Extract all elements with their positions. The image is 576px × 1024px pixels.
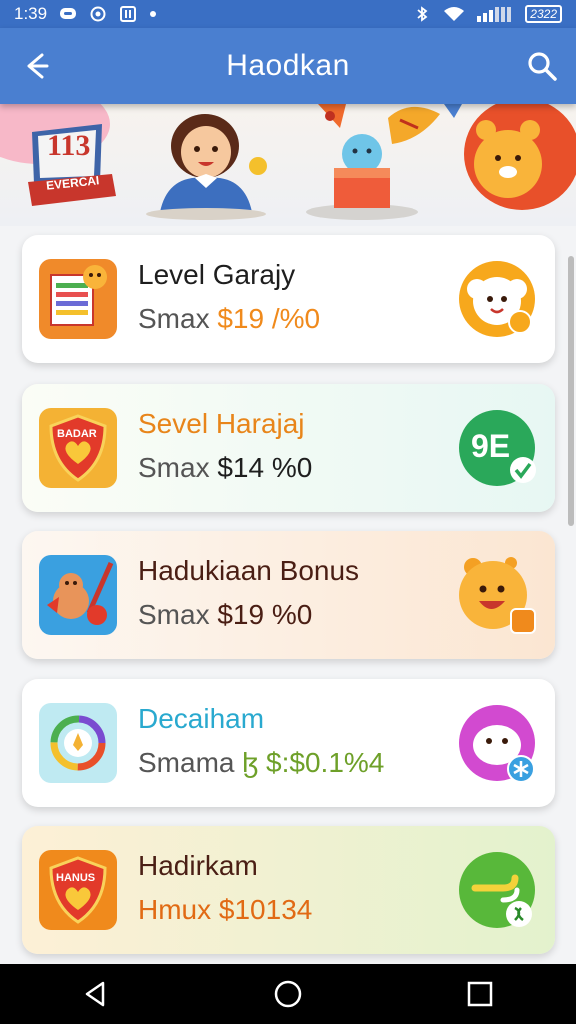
item-amount-value: $14 %0 xyxy=(217,452,313,483)
back-arrow-icon[interactable] xyxy=(18,48,54,84)
item-amount: Smama ɮ $:$0.1%4 xyxy=(138,747,384,779)
squirrel-rocket-icon xyxy=(39,555,117,635)
item-amount: Smax $19 %0 xyxy=(138,599,312,631)
page-title: Haodkan xyxy=(226,49,350,82)
list-item-level-garajy[interactable]: Level Garajy Smax $19 /%0 xyxy=(22,235,555,363)
item-amount: Hmux $10134 xyxy=(138,894,312,926)
message-icon xyxy=(60,8,77,19)
list-item-decaiham[interactable]: Decaiham Smama ɮ $:$0.1%4 xyxy=(22,679,555,807)
system-nav-bar xyxy=(0,964,576,1024)
green-check-badge-icon: 9E xyxy=(457,408,537,490)
orange-bear-icon xyxy=(457,555,537,637)
list-item-hadukiaan-bonus[interactable]: Hadukiaan Bonus Smax $19 %0 xyxy=(22,531,555,659)
badge-label: 9E xyxy=(471,428,511,464)
green-leaf-badge-icon xyxy=(457,850,537,932)
scrollbar[interactable] xyxy=(568,256,574,526)
shield-heart-icon: HANUS xyxy=(39,850,117,930)
list-item-sevel-harajaj[interactable]: BADAR Sevel Harajaj Smax $14 %0 9E xyxy=(22,384,555,512)
nav-recents-icon[interactable] xyxy=(465,979,495,1009)
gallery-icon xyxy=(120,6,137,22)
item-amount-prefix: Smax xyxy=(138,303,210,334)
list-item-hadirkam[interactable]: HANUS Hadirkam Hmux $10134 xyxy=(22,826,555,954)
battery-indicator: 2322 xyxy=(525,5,562,23)
item-title: Hadirkam xyxy=(138,850,258,881)
pink-creature-icon xyxy=(457,703,537,785)
sheep-face-icon xyxy=(457,259,537,341)
item-amount-value: $19 /%0 xyxy=(217,303,321,334)
bonus-list: Level Garajy Smax $19 /%0 BADAR Sevel Ha… xyxy=(0,226,576,964)
item-amount-value: ɮ $:$0.1%4 xyxy=(242,747,385,778)
shield-heart-icon: BADAR xyxy=(39,408,117,488)
signal-icon xyxy=(477,7,512,22)
banner-badge-number: 113 xyxy=(47,129,91,162)
shield-label: BADAR xyxy=(57,428,97,440)
item-amount: Smax $14 %0 xyxy=(138,452,312,484)
search-icon[interactable] xyxy=(524,48,560,84)
app-bar: Haodkan xyxy=(0,28,576,104)
item-amount-prefix: Hmux xyxy=(138,894,212,925)
color-wheel-icon xyxy=(39,703,117,783)
nav-back-icon[interactable] xyxy=(81,979,111,1009)
dot-icon xyxy=(150,11,157,17)
item-amount-value: $10134 xyxy=(218,894,313,925)
promo-banner[interactable]: 113 EVERCAI xyxy=(0,104,576,226)
banner-illustration xyxy=(0,104,576,220)
status-time: 1:39 xyxy=(14,4,48,23)
item-amount-prefix: Smax xyxy=(138,452,210,483)
shield-label: HANUS xyxy=(56,872,96,884)
wifi-icon xyxy=(444,7,465,21)
item-title: Decaiham xyxy=(138,703,265,734)
item-amount-prefix: Smax xyxy=(138,599,210,630)
item-amount-prefix: Smama xyxy=(138,747,235,778)
record-icon xyxy=(90,6,106,22)
notebook-icon xyxy=(39,259,117,339)
bluetooth-icon xyxy=(417,6,428,22)
item-title: Hadukiaan Bonus xyxy=(138,555,360,586)
nav-home-icon[interactable] xyxy=(273,979,303,1009)
status-bar: 1:39 2322 xyxy=(0,0,576,28)
item-title: Sevel Harajaj xyxy=(138,408,305,439)
item-amount-value: $19 %0 xyxy=(217,599,313,630)
item-title: Level Garajy xyxy=(138,259,296,290)
item-amount: Smax $19 /%0 xyxy=(138,303,320,335)
